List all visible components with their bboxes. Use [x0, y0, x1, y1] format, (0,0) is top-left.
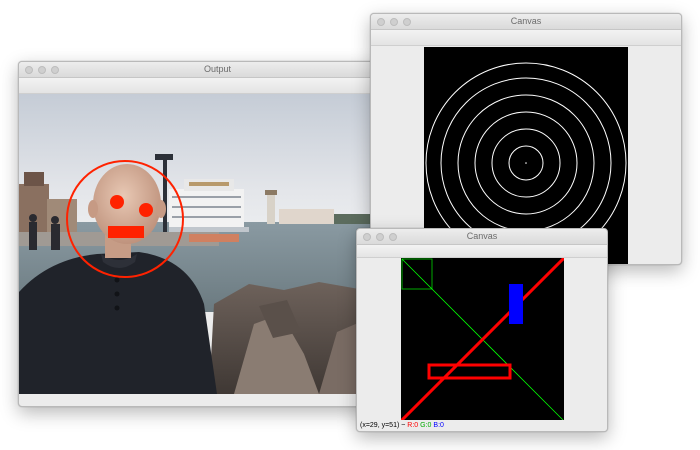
low-building	[279, 209, 334, 224]
canvas-rings-titlebar[interactable]: Canvas	[371, 14, 681, 30]
cursor-coords: (x=29, y=51) ~	[360, 422, 406, 429]
canvas-rings-toolbar	[371, 30, 681, 46]
status-bar: (x=29, y=51) ~ R:0 G:0 B:0	[357, 420, 607, 431]
tower	[267, 194, 275, 224]
center-dot	[525, 162, 527, 164]
window-title: Canvas	[510, 16, 542, 26]
pixel-g-value: G:0	[420, 422, 432, 429]
window-title: Output	[203, 64, 232, 74]
pixel-r-value: R:0	[407, 422, 419, 429]
canvas-shapes-toolbar	[357, 245, 607, 258]
canvas-shapes-window[interactable]: Canvas (x=29, y=51) ~ R:0 G:0 B:0	[356, 228, 608, 432]
canvas-shapes-titlebar[interactable]: Canvas	[357, 229, 607, 245]
output-titlebar[interactable]: Output	[19, 62, 416, 78]
canvas-shapes-area[interactable]	[399, 256, 566, 423]
mouth-rect	[108, 226, 144, 238]
output-toolbar	[19, 78, 416, 94]
lamp-post	[163, 154, 167, 244]
pixel-b-value: B:0	[433, 422, 444, 429]
left-eye-dot	[110, 195, 124, 209]
shapes-drawing	[399, 256, 566, 423]
red-outline-rect	[427, 363, 512, 380]
window-title: Canvas	[466, 231, 498, 241]
blue-rect	[509, 284, 523, 324]
right-eye-dot	[139, 203, 153, 217]
